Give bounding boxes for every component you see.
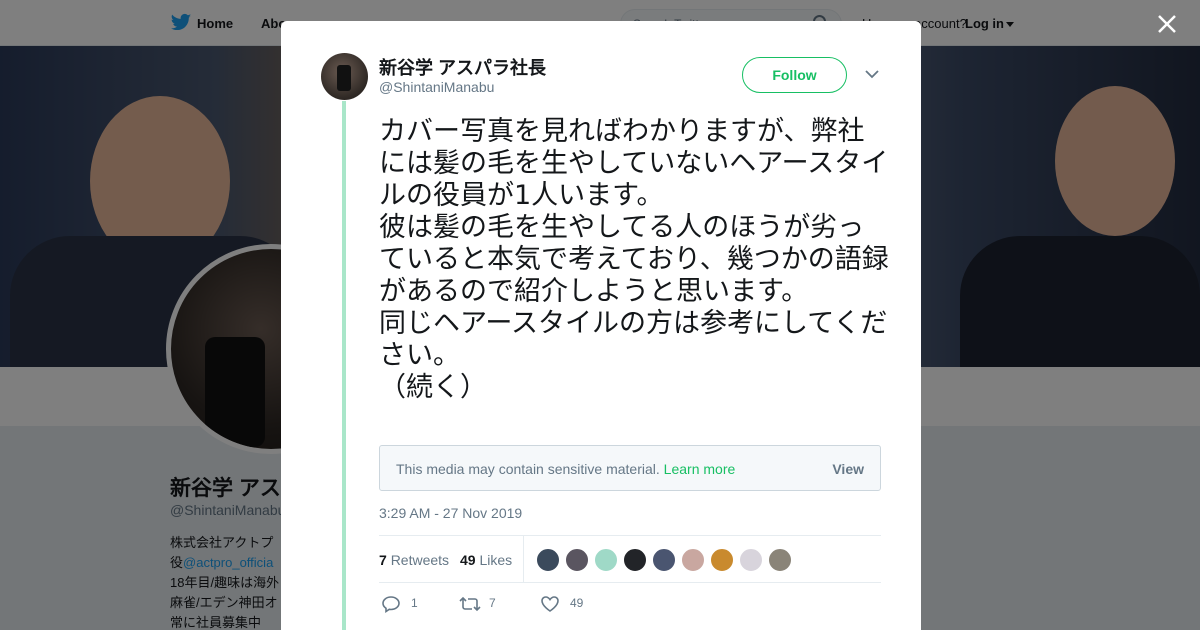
reply-count: 1 bbox=[411, 596, 418, 610]
sensitive-notice-text: This media may contain sensitive materia… bbox=[396, 461, 736, 477]
liker-avatar[interactable] bbox=[739, 548, 763, 572]
tweet-actions: 1 7 49 bbox=[379, 593, 779, 615]
likes-label: Likes bbox=[479, 552, 513, 568]
likes-count: 49 bbox=[460, 552, 476, 568]
like-action-count: 49 bbox=[570, 596, 584, 610]
liker-avatar[interactable] bbox=[681, 548, 705, 572]
chevron-down-icon[interactable] bbox=[865, 69, 879, 79]
liker-avatar[interactable] bbox=[652, 548, 676, 572]
liker-avatar[interactable] bbox=[768, 548, 792, 572]
liker-avatar[interactable] bbox=[594, 548, 618, 572]
reply-icon bbox=[382, 596, 400, 613]
page: Home Abo Search Twitter Have an account?… bbox=[0, 0, 1200, 630]
likes-stat[interactable]: 49 Likes bbox=[460, 552, 512, 568]
follow-button[interactable]: Follow bbox=[742, 57, 847, 93]
retweets-stat[interactable]: 7 Retweets bbox=[379, 552, 449, 568]
liker-avatar[interactable] bbox=[565, 548, 589, 572]
retweets-count: 7 bbox=[379, 552, 387, 568]
thread-connector-line bbox=[342, 101, 346, 630]
retweet-action-count: 7 bbox=[489, 596, 496, 610]
phone-in-photo bbox=[337, 65, 351, 91]
tweet-modal: 新谷学 アスパラ社長 @ShintaniManabu Follow カバー写真を… bbox=[281, 21, 921, 630]
tweet-author-name[interactable]: 新谷学 アスパラ社長 bbox=[379, 54, 546, 80]
retweet-icon bbox=[459, 596, 481, 612]
view-media-button[interactable]: View bbox=[832, 461, 864, 477]
tweet-author-avatar[interactable] bbox=[321, 53, 368, 100]
learn-more-link[interactable]: Learn more bbox=[664, 461, 736, 477]
tweet-timestamp[interactable]: 3:29 AM - 27 Nov 2019 bbox=[379, 505, 522, 521]
close-icon[interactable] bbox=[1155, 12, 1179, 36]
tweet-text: カバー写真を見ればわかりますが、弊社には髪の毛を生やしていないヘアースタイルの役… bbox=[379, 116, 889, 403]
heart-icon bbox=[541, 596, 559, 612]
sensitive-media-notice: This media may contain sensitive materia… bbox=[379, 445, 881, 491]
liker-avatar[interactable] bbox=[536, 548, 560, 572]
liker-avatar[interactable] bbox=[623, 548, 647, 572]
liker-avatar[interactable] bbox=[710, 548, 734, 572]
stats-divider bbox=[523, 536, 524, 582]
retweets-label: Retweets bbox=[390, 552, 450, 568]
tweet-author-handle[interactable]: @ShintaniManabu bbox=[379, 79, 494, 95]
tweet-stats: 7 Retweets 49 Likes bbox=[379, 535, 881, 583]
